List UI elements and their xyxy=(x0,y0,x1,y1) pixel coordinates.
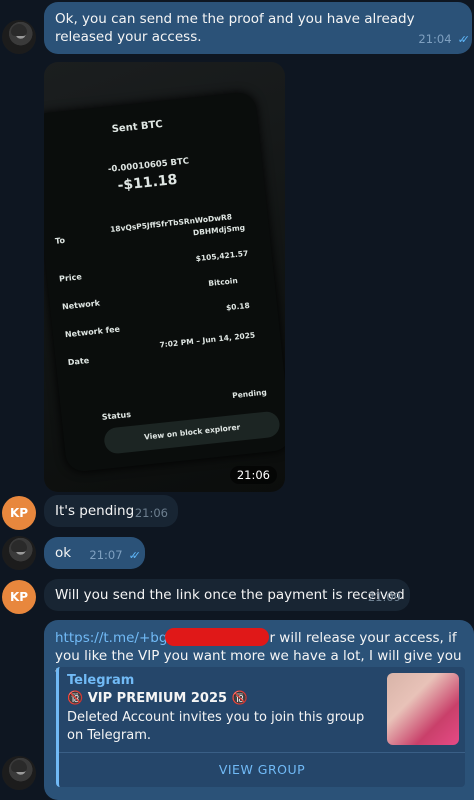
message-text: ok xyxy=(55,545,72,561)
view-group-button[interactable]: VIEW GROUP xyxy=(59,752,465,787)
avatar[interactable]: KP xyxy=(2,496,36,530)
receipt-fee-label: Network fee xyxy=(64,324,121,340)
avatar[interactable] xyxy=(2,536,36,570)
message-time: 21:04 xyxy=(418,32,452,46)
avatar[interactable] xyxy=(2,20,36,54)
message-time: 21:06 xyxy=(134,506,168,520)
message-bubble-outgoing[interactable]: Ok, you can send me the proof and you ha… xyxy=(44,2,472,54)
message-text: It's pending xyxy=(55,503,135,519)
receipt-date-value: 7:02 PM – Jun 14, 2025 xyxy=(159,330,256,350)
message-bubble-outgoing[interactable]: ok 21:07 ✓✓ xyxy=(44,537,145,569)
preview-description: Deleted Account invites you to join this… xyxy=(67,710,365,743)
receipt-price-value: $105,421.57 xyxy=(195,248,249,264)
link-preview[interactable]: Telegram 🔞 VIP PREMIUM 2025 🔞 Deleted Ac… xyxy=(56,667,465,787)
message-bubble-incoming[interactable]: It's pending 21:06 xyxy=(44,495,178,527)
adult-content-icon: 🔞 xyxy=(67,691,84,706)
receipt-to-value2: DBHMdjSmg xyxy=(192,222,246,238)
photo-message[interactable]: Sent BTC -0.00010605 BTC -$11.18 To 18vQ… xyxy=(44,62,285,492)
receipt-network-label: Network xyxy=(61,298,101,312)
preview-thumbnail xyxy=(387,673,459,745)
adult-content-icon: 🔞 xyxy=(231,691,248,706)
receipt-status-value: Pending xyxy=(231,387,268,401)
avatar[interactable]: KP xyxy=(2,580,36,614)
receipt-status-label: Status xyxy=(101,409,132,422)
read-checks-icon: ✓✓ xyxy=(457,33,471,46)
receipt-price-label: Price xyxy=(58,272,83,284)
receipt-amount-usd: -$11.18 xyxy=(116,171,179,194)
message-time: 21:06 xyxy=(229,466,277,484)
receipt-photo: Sent BTC -0.00010605 BTC -$11.18 To 18vQ… xyxy=(44,91,285,473)
receipt-fee-value: $0.18 xyxy=(225,300,251,313)
receipt-date-label: Date xyxy=(67,355,90,368)
message-time: 21:09 xyxy=(367,590,401,604)
read-checks-icon: ✓✓ xyxy=(128,549,142,562)
receipt-to-label: To xyxy=(54,235,66,246)
message-time: 21:07 xyxy=(89,548,123,562)
preview-site-name: Telegram xyxy=(67,673,135,688)
receipt-title: Sent BTC xyxy=(111,118,164,136)
preview-title: 🔞 VIP PREMIUM 2025 🔞 xyxy=(67,691,248,706)
redaction-mark xyxy=(165,628,270,646)
message-text: Will you send the link once the payment … xyxy=(55,587,405,603)
receipt-network-value: Bitcoin xyxy=(207,276,239,289)
invite-link[interactable]: https://t.me/+bg xyxy=(55,630,167,646)
message-text: Ok, you can send me the proof and you ha… xyxy=(55,11,415,45)
avatar[interactable] xyxy=(2,756,36,790)
message-bubble-incoming[interactable]: Will you send the link once the payment … xyxy=(44,579,410,611)
receipt-amount-btc: -0.00010605 BTC xyxy=(107,156,190,175)
preview-title-text: VIP PREMIUM 2025 xyxy=(87,691,228,706)
